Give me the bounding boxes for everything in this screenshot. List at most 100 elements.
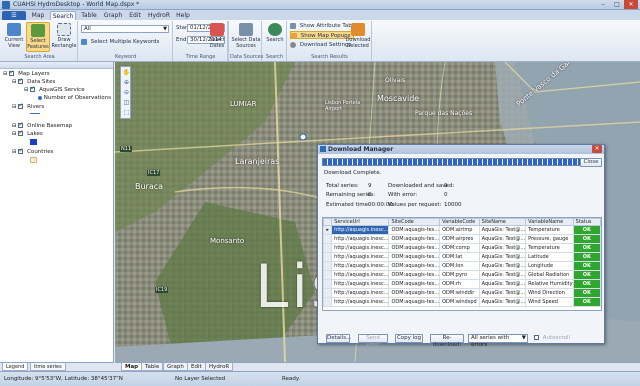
row-header[interactable] (323, 279, 333, 289)
column-header-sitename[interactable]: SiteName (478, 218, 527, 226)
table-cell[interactable]: http://aquagis.inesc... (331, 225, 390, 235)
table-cell[interactable]: ODM:aquagis-tes... (388, 225, 441, 235)
table-cell[interactable]: ODM:aquagis-tes... (388, 297, 441, 307)
table-row[interactable]: http://aquagis.inesc... ODM:aquagis-tes..… (323, 270, 601, 280)
data-sites-checkbox[interactable] (18, 77, 23, 85)
show-map-popups-button[interactable]: Show Map Popups (290, 31, 354, 39)
status-badge[interactable]: OK (572, 243, 601, 253)
select-multiple-keywords-button[interactable]: Select Multiple Keywords (81, 38, 159, 46)
row-header[interactable]: ▸ (323, 225, 333, 235)
online-basemap-checkbox[interactable] (18, 121, 23, 129)
autoscroll-checkbox[interactable] (534, 335, 539, 340)
status-badge[interactable]: OK (572, 234, 601, 244)
column-header-variablecode[interactable]: VariableCode (439, 218, 480, 226)
table-row[interactable]: http://aquagis.inesc... ODM:aquagis-tes..… (323, 297, 601, 307)
table-cell[interactable]: ODM:comp (439, 243, 480, 253)
collapse-icon[interactable]: ⊟ (12, 79, 17, 85)
legend-root[interactable]: ⊟ Map Layers (3, 69, 50, 78)
download-selected-button[interactable]: Download Selected (345, 22, 371, 52)
row-header[interactable] (323, 261, 333, 271)
table-row[interactable]: http://aquagis.inesc... ODM:aquagis-tes..… (323, 279, 601, 289)
tab-search[interactable]: Search (50, 11, 76, 20)
table-cell[interactable]: http://aquagis.inesc... (331, 234, 390, 244)
table-cell[interactable]: Temperature (525, 225, 574, 235)
table-row[interactable]: http://aquagis.inesc... ODM:aquagis-tes..… (323, 252, 601, 262)
table-cell[interactable]: AquaGis: Test@... (478, 288, 527, 298)
row-header[interactable] (323, 270, 333, 280)
table-cell[interactable]: ODM:airpres (439, 234, 480, 244)
tab-edit-view[interactable]: Edit (187, 363, 206, 371)
tab-map[interactable]: Map (28, 11, 48, 20)
current-view-button[interactable]: Current View (3, 22, 25, 52)
table-cell[interactable]: Pressure, gauge (525, 234, 574, 244)
table-cell[interactable]: Relative Humidity (525, 279, 574, 289)
lakes-checkbox[interactable] (18, 129, 23, 137)
close-button[interactable]: ✕ (624, 0, 638, 9)
column-header-serviceurl[interactable]: ServiceUrl (331, 218, 390, 226)
column-header-variablename[interactable]: VariableName (525, 218, 574, 226)
redownload-series-select[interactable]: All series with errors ▼ (468, 334, 528, 348)
collapse-icon[interactable]: ⊟ (12, 104, 17, 110)
hand-icon[interactable]: ✋ (122, 68, 131, 77)
tab-time-series[interactable]: time series (30, 363, 66, 371)
table-cell[interactable]: ODM:aquagis-tes... (388, 243, 441, 253)
redownload-button[interactable]: Re-download: (430, 334, 464, 348)
file-menu-button[interactable]: ☰ (2, 11, 26, 20)
collapse-icon[interactable]: ⊟ (12, 123, 17, 129)
status-badge[interactable]: OK (572, 270, 601, 280)
table-cell[interactable]: AquaGis: Test@... (478, 279, 527, 289)
tab-legend[interactable]: Legend (2, 363, 29, 371)
tab-table-view[interactable]: Table (141, 363, 164, 371)
table-cell[interactable]: http://aquagis.inesc... (331, 279, 390, 289)
table-cell[interactable]: AquaGis: Test@... (478, 261, 527, 271)
row-header[interactable] (323, 234, 333, 244)
table-cell[interactable]: ODM:aquagis-tes... (388, 279, 441, 289)
copy-log-button[interactable]: Copy log (395, 334, 423, 343)
table-cell[interactable]: AquaGis: Test@... (478, 297, 527, 307)
table-cell[interactable]: http://aquagis.inesc... (331, 288, 390, 298)
collapse-icon[interactable]: ⊟ (3, 71, 8, 77)
table-cell[interactable]: http://aquagis.inesc... (331, 261, 390, 271)
table-cell[interactable]: ODM:rh (439, 279, 480, 289)
table-cell[interactable]: ODM:windspd (439, 297, 480, 307)
collapse-icon[interactable]: ⊟ (12, 131, 17, 137)
collapse-icon[interactable]: ⊟ (24, 87, 29, 93)
tab-edit[interactable]: Edit (126, 11, 144, 20)
table-cell[interactable]: Wind Speed (525, 297, 574, 307)
table-cell[interactable]: AquaGis: Test@... (478, 234, 527, 244)
rivers-checkbox[interactable] (18, 102, 23, 110)
select-data-sources-button[interactable]: Select Data Sources (231, 22, 261, 52)
row-header[interactable] (323, 297, 333, 307)
legend-item-countries[interactable]: ⊟ Countries (12, 147, 53, 156)
tab-graph[interactable]: Graph (102, 11, 124, 20)
table-cell[interactable]: ODM:aquagis-tes... (388, 261, 441, 271)
table-cell[interactable]: Wind Direction (525, 288, 574, 298)
column-header-sitecode[interactable]: SiteCode (388, 218, 441, 226)
status-badge[interactable]: OK (572, 297, 601, 307)
tab-help[interactable]: Help (174, 11, 192, 20)
tab-hydror[interactable]: HydroR (146, 11, 172, 20)
table-cell[interactable]: AquaGis: Test@... (478, 252, 527, 262)
zoom-out-icon[interactable]: ⊖ (122, 88, 131, 97)
row-header[interactable] (323, 288, 333, 298)
column-header-status[interactable]: Status (572, 218, 601, 226)
table-cell[interactable]: ODM:winddir (439, 288, 480, 298)
table-cell[interactable]: AquaGis: Test@... (478, 225, 527, 235)
aquagis-checkbox[interactable] (30, 85, 35, 93)
countries-checkbox[interactable] (18, 147, 23, 155)
map-layers-checkbox[interactable] (9, 69, 14, 77)
maximize-button[interactable]: □ (610, 0, 624, 9)
table-cell[interactable]: Temperature (525, 243, 574, 253)
status-badge[interactable]: OK (572, 279, 601, 289)
table-cell[interactable]: http://aquagis.inesc... (331, 297, 390, 307)
legend-item-rivers[interactable]: ⊟ Rivers (12, 102, 44, 111)
table-cell[interactable]: ODM:lon (439, 261, 480, 271)
legend-item-aquagis[interactable]: ⊟ AquaGIS Service (24, 85, 85, 94)
table-cell[interactable]: ODM:aquagis-tes... (388, 252, 441, 262)
table-cell[interactable]: ODM:aquagis-tes... (388, 270, 441, 280)
zoom-in-icon[interactable]: ⊕ (122, 78, 131, 87)
send-error-button[interactable]: Send error (358, 334, 388, 348)
table-cell[interactable]: Global Radiation (525, 270, 574, 280)
status-badge[interactable]: OK (572, 261, 601, 271)
site-marker[interactable] (299, 133, 307, 141)
